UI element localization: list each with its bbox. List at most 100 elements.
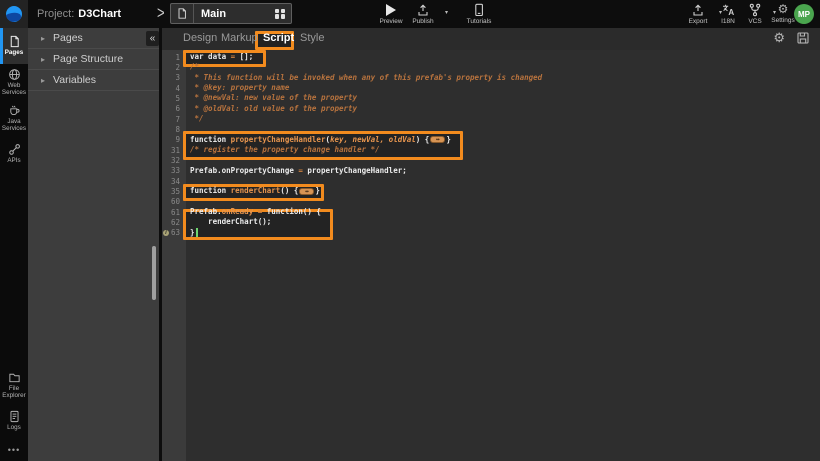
page-file-icon bbox=[171, 4, 194, 23]
line-number: 62 bbox=[171, 218, 180, 227]
code-line[interactable] bbox=[190, 176, 820, 186]
code-line[interactable] bbox=[190, 124, 820, 134]
export-button[interactable]: Export ▾ bbox=[682, 3, 714, 25]
publish-upload-icon bbox=[416, 3, 430, 17]
tab-design[interactable]: Design bbox=[183, 32, 217, 44]
line-number: 61 bbox=[171, 208, 180, 217]
tab-markup[interactable]: Markup bbox=[221, 32, 258, 44]
ide-window: Project: D3Chart > Main Preview Publish bbox=[0, 0, 820, 461]
line-number: 5 bbox=[175, 94, 180, 103]
project-name: D3Chart bbox=[78, 8, 121, 20]
rail-spacer bbox=[0, 172, 28, 367]
info-marker-icon: i bbox=[163, 230, 169, 236]
top-bar: Project: D3Chart > Main Preview Publish bbox=[0, 0, 820, 28]
pages-panel: ▸ Pages ▸ Page Structure ▸ Variables « bbox=[28, 28, 159, 461]
line-number: 3 bbox=[175, 73, 180, 82]
line-number: 34 bbox=[171, 177, 180, 186]
app-logo[interactable] bbox=[0, 0, 28, 28]
code-line[interactable]: function renderChart() {↔} bbox=[190, 186, 820, 196]
project-label: Project: bbox=[37, 8, 74, 20]
code-line[interactable]: * This function will be invoked when any… bbox=[190, 73, 820, 83]
code-line[interactable]: */ bbox=[190, 114, 820, 124]
panel-section-variables[interactable]: ▸ Variables bbox=[28, 70, 159, 91]
sidebar-item-web-services[interactable]: Web Services bbox=[0, 64, 28, 100]
save-floppy-icon[interactable] bbox=[796, 31, 810, 45]
file-explorer-folder-icon bbox=[8, 371, 21, 384]
text-cursor bbox=[196, 228, 198, 237]
logs-document-icon bbox=[8, 410, 21, 423]
code-line[interactable]: /* register the property change handler … bbox=[190, 145, 820, 155]
line-number: 60 bbox=[171, 197, 180, 206]
editor-gutter: 123456789▸3132333435▸606162i63 bbox=[162, 50, 186, 461]
editor-toolbar: ⚙ bbox=[773, 30, 810, 46]
folded-code-widget[interactable]: ↔ bbox=[299, 188, 314, 195]
line-number: 35 bbox=[171, 187, 180, 196]
code-line[interactable]: function propertyChangeHandler(key, newV… bbox=[190, 135, 820, 145]
tutorials-button[interactable]: Tutorials bbox=[459, 3, 499, 25]
code-line[interactable]: } bbox=[190, 228, 820, 238]
gutter-line: 4 bbox=[162, 83, 186, 93]
panel-scrollbar[interactable] bbox=[152, 246, 156, 300]
code-line[interactable] bbox=[190, 155, 820, 165]
gutter-line: 6 bbox=[162, 104, 186, 114]
left-icon-rail: Pages Web Services Java Services APIs bbox=[0, 28, 28, 461]
apis-connector-icon bbox=[8, 143, 21, 156]
line-number: 1 bbox=[175, 53, 180, 62]
panel-section-pages[interactable]: ▸ Pages bbox=[28, 28, 159, 49]
editor-settings-gear-icon[interactable]: ⚙ bbox=[773, 30, 785, 46]
code-line[interactable]: /* bbox=[190, 62, 820, 72]
page-tab-main[interactable]: Main bbox=[170, 3, 292, 24]
folded-code-widget[interactable]: ↔ bbox=[430, 136, 445, 143]
user-avatar[interactable]: MP bbox=[794, 4, 814, 24]
caret-down-icon[interactable]: ▾ bbox=[445, 9, 448, 16]
export-upload-icon bbox=[691, 3, 705, 17]
line-number: 9 bbox=[175, 135, 180, 144]
line-number: 4 bbox=[175, 84, 180, 93]
line-number: 8 bbox=[175, 125, 180, 134]
tutorials-book-icon bbox=[472, 3, 486, 17]
code-line[interactable]: var data = []; bbox=[190, 52, 820, 62]
gutter-line: 3 bbox=[162, 73, 186, 83]
gutter-line: 7 bbox=[162, 114, 186, 124]
editor-code[interactable]: var data = [];/* * This function will be… bbox=[186, 50, 820, 461]
line-number: 2 bbox=[175, 63, 180, 72]
tab-style[interactable]: Style bbox=[300, 32, 324, 44]
code-line[interactable]: Prefab.onPropertyChange = propertyChange… bbox=[190, 166, 820, 176]
i18n-button[interactable]: A I18N bbox=[714, 3, 742, 25]
code-line[interactable]: * @oldVal: old value of the property bbox=[190, 104, 820, 114]
gutter-line: 33 bbox=[162, 166, 186, 176]
more-options-button[interactable]: ••• bbox=[0, 439, 28, 461]
code-line[interactable] bbox=[190, 197, 820, 207]
line-number: 32 bbox=[171, 156, 180, 165]
vcs-button[interactable]: VCS ▾ bbox=[742, 3, 768, 25]
tab-script[interactable]: Script bbox=[263, 32, 294, 44]
page-tab-label: Main bbox=[194, 8, 269, 20]
sidebar-item-pages[interactable]: Pages bbox=[0, 28, 28, 64]
code-line[interactable]: * @newVal: new value of the property bbox=[190, 93, 820, 103]
web-services-globe-icon bbox=[8, 68, 21, 81]
expand-triangle-icon: ▸ bbox=[41, 55, 45, 64]
chevron-right-icon: > bbox=[157, 2, 165, 22]
sidebar-item-logs[interactable]: Logs bbox=[0, 403, 28, 439]
svg-text:A: A bbox=[728, 8, 734, 17]
panel-collapse-button[interactable]: « bbox=[146, 31, 159, 46]
settings-gear-icon: ⚙ bbox=[778, 3, 789, 16]
vcs-branch-icon bbox=[748, 3, 762, 17]
publish-button[interactable]: Publish ▾ bbox=[406, 3, 440, 25]
sidebar-item-apis[interactable]: APIs bbox=[0, 136, 28, 172]
editor-pane: Design Markup Script Style ⚙ 123456789▸3… bbox=[162, 28, 820, 461]
page-switcher-grid-icon[interactable] bbox=[269, 9, 291, 19]
panel-section-page-structure[interactable]: ▸ Page Structure bbox=[28, 49, 159, 70]
expand-triangle-icon: ▸ bbox=[41, 76, 45, 85]
code-line[interactable]: Prefab.onReady = function() { bbox=[190, 207, 820, 217]
code-line[interactable]: renderChart(); bbox=[190, 217, 820, 227]
line-number: 63 bbox=[171, 228, 180, 237]
preview-play-icon bbox=[386, 4, 396, 16]
preview-button[interactable]: Preview bbox=[374, 3, 408, 25]
sidebar-item-java-services[interactable]: Java Services bbox=[0, 100, 28, 136]
pages-icon bbox=[8, 35, 21, 48]
line-number: 7 bbox=[175, 115, 180, 124]
java-services-coffee-icon bbox=[8, 104, 21, 117]
code-line[interactable]: * @key: property name bbox=[190, 83, 820, 93]
sidebar-item-file-explorer[interactable]: File Explorer bbox=[0, 367, 28, 403]
